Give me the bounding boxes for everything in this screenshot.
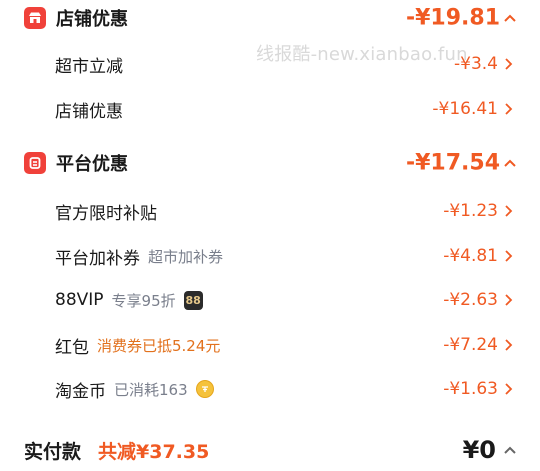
- shop-item-supermarket[interactable]: 超市立减 -¥3.4: [0, 46, 540, 82]
- actual-payment-label: 实付款: [24, 440, 82, 463]
- item-tag: 消费券已抵5.24元: [97, 336, 221, 355]
- item-amount: -¥4.81: [443, 246, 498, 266]
- platform-discount-title: 平台优惠: [56, 154, 128, 175]
- item-amount: -¥3.4: [454, 54, 498, 74]
- chevron-right-icon[interactable]: [502, 102, 514, 116]
- chevron-up-icon[interactable]: [502, 155, 518, 171]
- shop-discount-title: 店铺优惠: [56, 9, 128, 30]
- chevron-right-icon[interactable]: [502, 293, 514, 307]
- chevron-right-icon[interactable]: [502, 338, 514, 352]
- chevron-right-icon[interactable]: [502, 57, 514, 71]
- payment-total: ¥0: [462, 436, 496, 464]
- vip-88-badge: 88: [183, 290, 203, 310]
- gold-coin-icon: [195, 380, 214, 398]
- item-label: 88VIP: [55, 290, 104, 310]
- shop-discount-amount: -¥19.81: [405, 5, 500, 31]
- payment-summary[interactable]: 实付款 共减¥37.35 ¥0: [0, 430, 540, 470]
- chevron-up-icon[interactable]: [502, 10, 518, 26]
- item-tag: 专享95折: [111, 291, 176, 310]
- item-amount: -¥16.41: [432, 99, 498, 119]
- discount-detail-panel: 线报酷-new.xianbao.fun 店铺优惠 -¥19.81 超市立减 -¥…: [0, 0, 540, 471]
- platform-item-taojinbi[interactable]: 淘金币 已消耗163 -¥1.63: [0, 371, 540, 407]
- item-label: 淘金币: [55, 381, 106, 402]
- platform-discount-header[interactable]: 平台优惠 -¥17.54: [0, 145, 540, 181]
- item-label: 平台加补券: [55, 248, 140, 269]
- chevron-right-icon[interactable]: [502, 382, 514, 396]
- platform-item-official-subsidy[interactable]: 官方限时补贴 -¥1.23: [0, 193, 540, 229]
- item-label: 官方限时补贴: [55, 203, 157, 224]
- shop-discount-header[interactable]: 店铺优惠 -¥19.81: [0, 0, 540, 36]
- item-tag: 超市加补券: [148, 247, 224, 266]
- item-label: 红包: [55, 337, 89, 358]
- item-amount: -¥1.23: [443, 201, 498, 221]
- item-tag: 已消耗163: [114, 380, 188, 399]
- platform-discount-amount: -¥17.54: [405, 150, 500, 176]
- item-label: 超市立减: [55, 56, 123, 77]
- platform-item-red-packet[interactable]: 红包 消费券已抵5.24元 -¥7.24: [0, 327, 540, 363]
- platform-item-88vip[interactable]: 88VIP 专享95折 88 -¥2.63: [0, 282, 540, 318]
- shop-item-store[interactable]: 店铺优惠 -¥16.41: [0, 91, 540, 127]
- item-amount: -¥1.63: [443, 379, 498, 399]
- shop-icon: [24, 7, 46, 29]
- total-reduction: 共减¥37.35: [98, 440, 210, 463]
- chevron-up-icon[interactable]: [502, 442, 518, 458]
- item-label: 店铺优惠: [55, 101, 123, 122]
- platform-icon: [24, 152, 46, 174]
- chevron-right-icon[interactable]: [502, 249, 514, 263]
- platform-item-extra-coupon[interactable]: 平台加补券 超市加补券 -¥4.81: [0, 238, 540, 274]
- item-amount: -¥7.24: [443, 335, 498, 355]
- chevron-right-icon[interactable]: [502, 204, 514, 218]
- item-amount: -¥2.63: [443, 290, 498, 310]
